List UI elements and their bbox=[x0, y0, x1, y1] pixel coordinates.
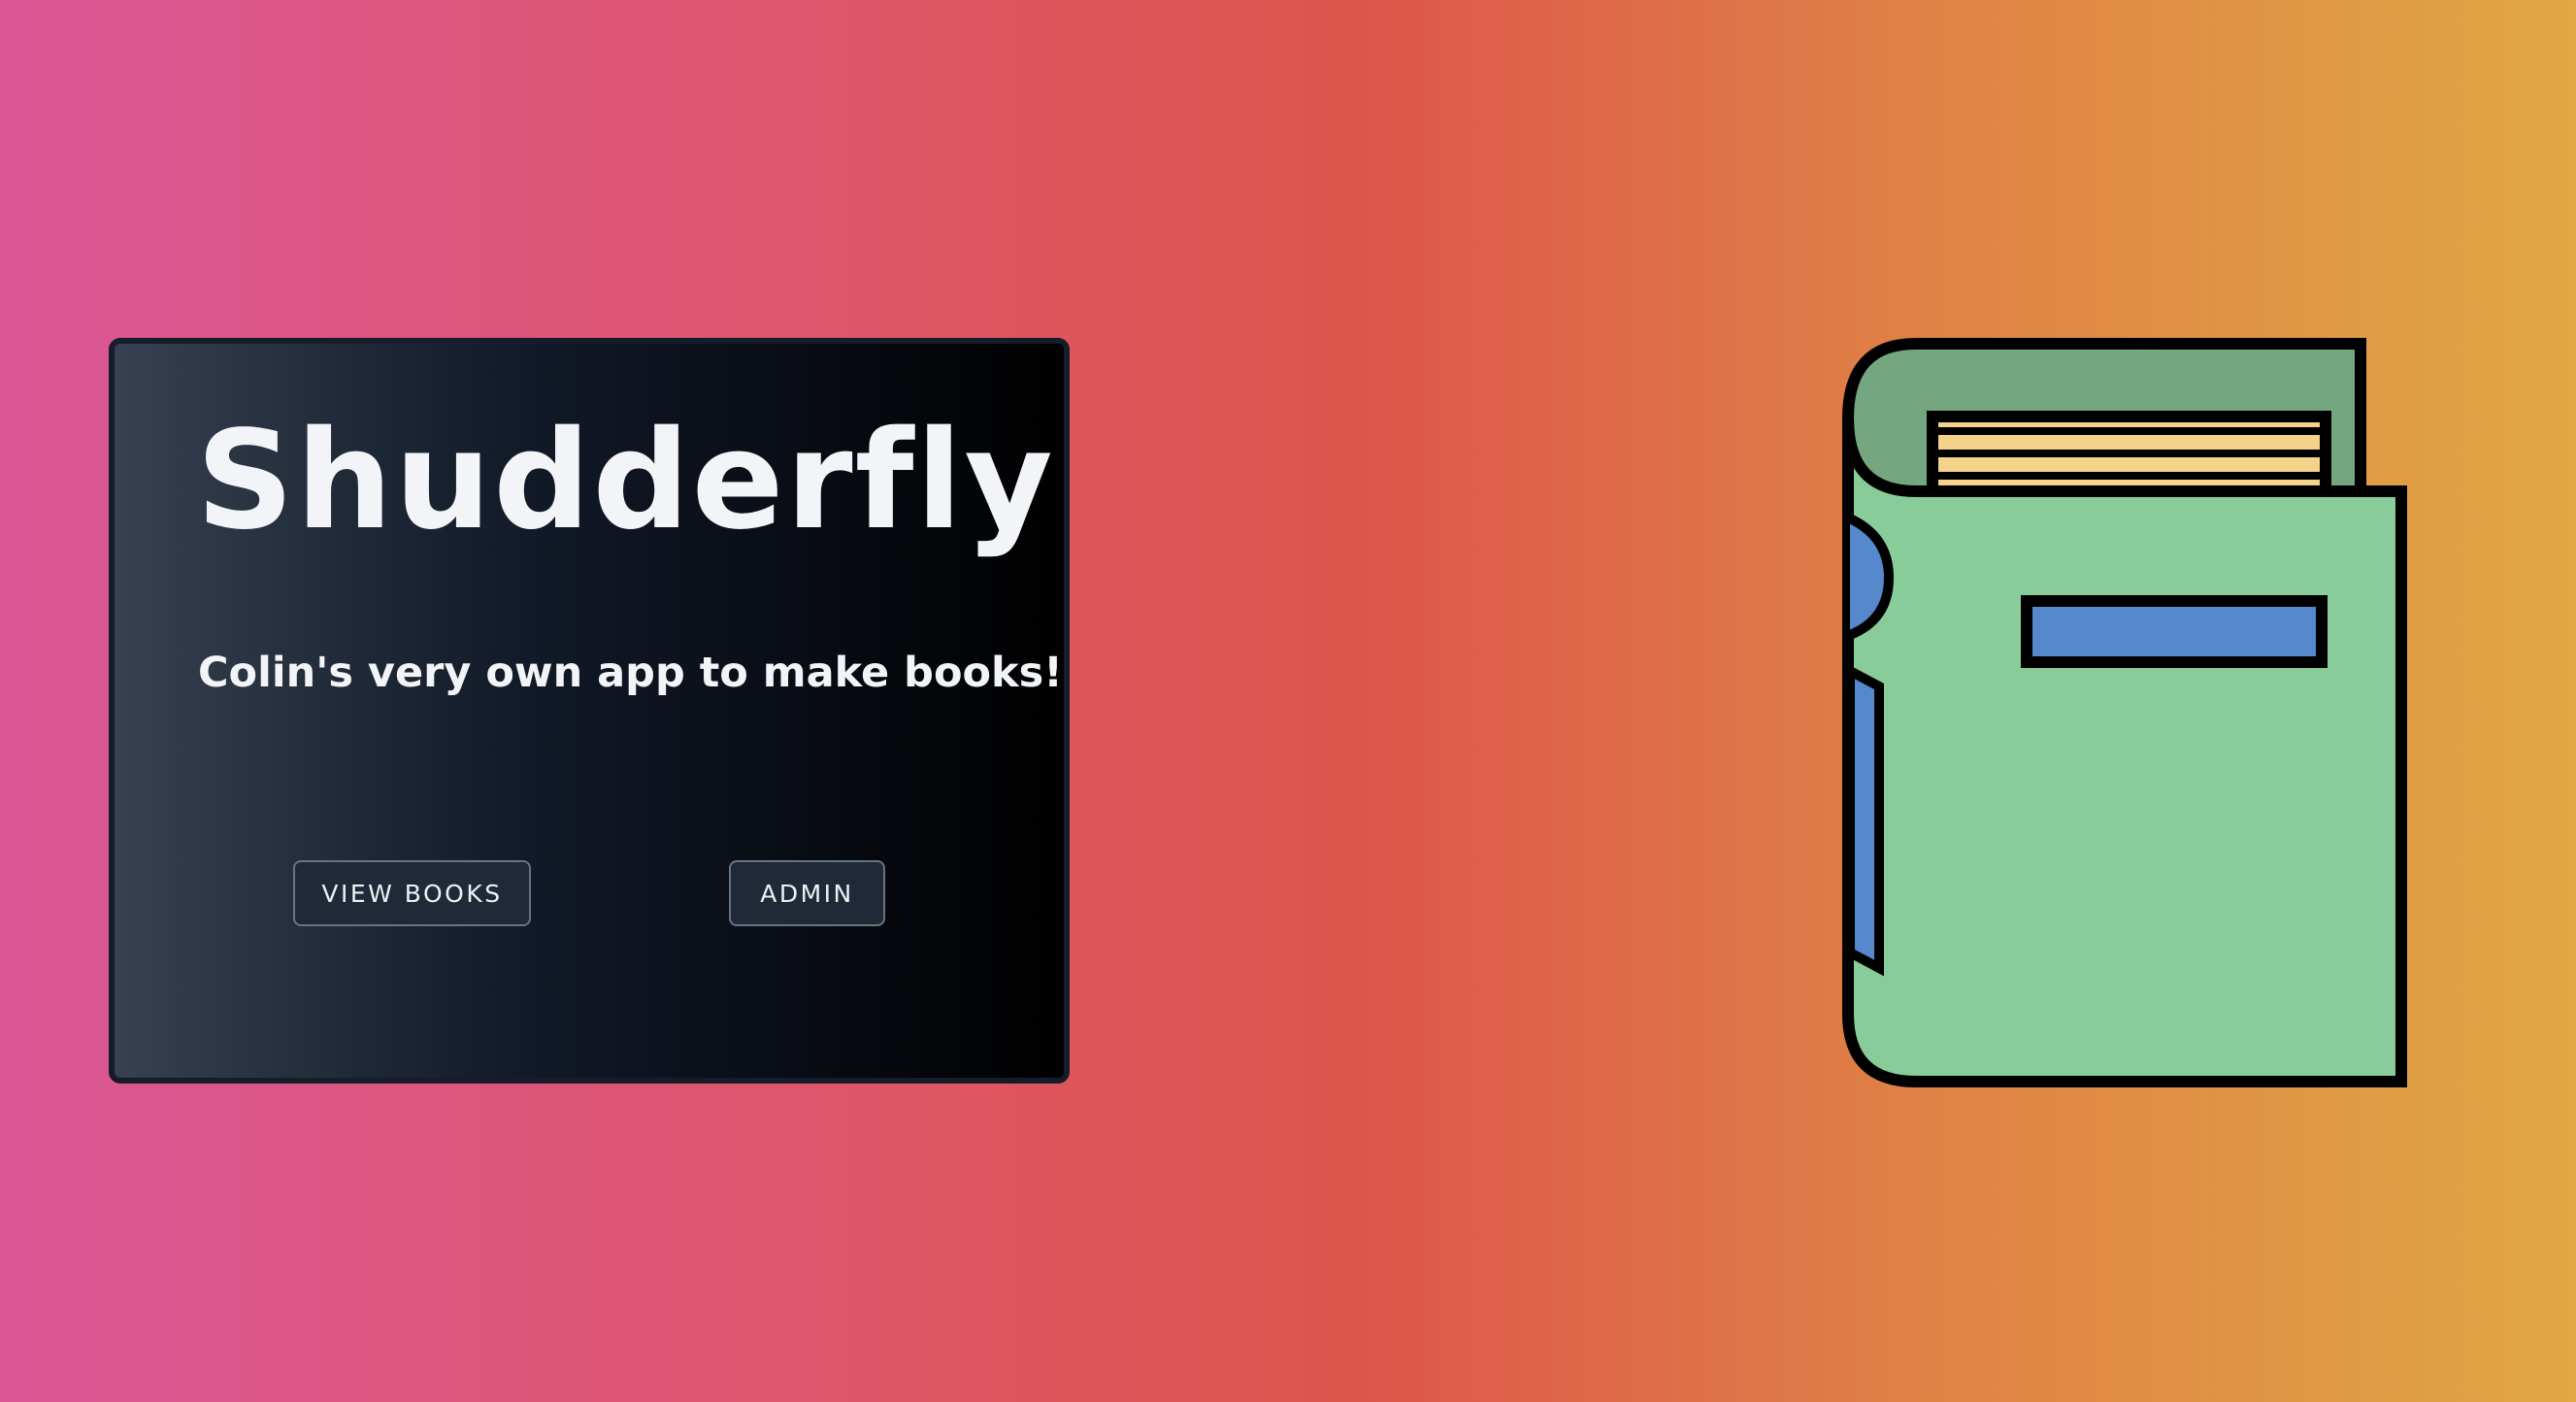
book-front-cover bbox=[1842, 417, 2407, 1087]
book-cover-label bbox=[2021, 595, 2328, 668]
admin-button[interactable]: ADMIN bbox=[729, 860, 885, 926]
app-title: Shudderfly bbox=[196, 402, 1055, 560]
book-spine-strip bbox=[1845, 662, 1884, 977]
book-icon bbox=[1842, 338, 2407, 1087]
app-tagline: Colin's very own app to make books! bbox=[198, 649, 1063, 697]
hero-card: Shudderfly Colin's very own app to make … bbox=[109, 338, 1070, 1084]
view-books-button[interactable]: VIEW BOOKS bbox=[293, 860, 531, 926]
